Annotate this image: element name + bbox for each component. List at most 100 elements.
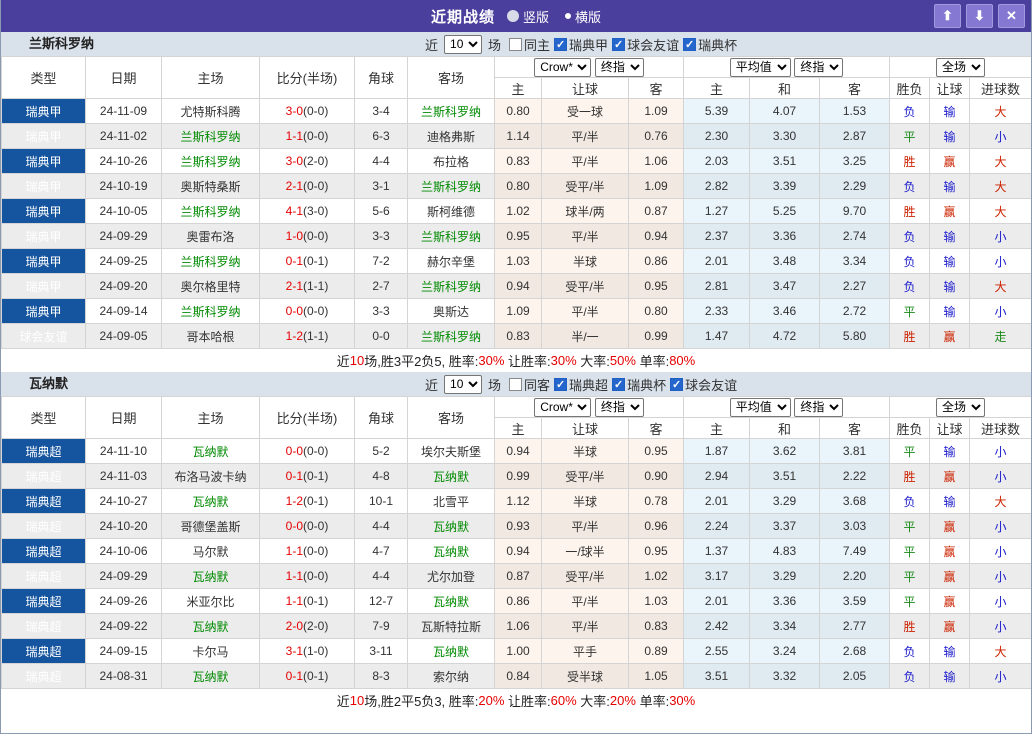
home-team-cell: 卡尔马	[162, 639, 260, 664]
league-cell: 瑞典超	[2, 639, 86, 664]
score-cell: 0-1(0-1)	[260, 249, 355, 274]
date-cell: 24-09-14	[86, 299, 162, 324]
date-cell: 24-10-05	[86, 199, 162, 224]
same-venue-checkbox[interactable]: 同主	[509, 35, 550, 54]
avg-away-cell: 3.34	[820, 249, 890, 274]
odds-home-cell: 1.12	[495, 489, 542, 514]
avg-away-cell: 2.87	[820, 124, 890, 149]
move-up-button[interactable]: ⬆	[934, 4, 961, 28]
date-cell: 24-10-26	[86, 149, 162, 174]
move-down-button[interactable]: ⬇	[966, 4, 993, 28]
scope-select[interactable]: 全场	[936, 58, 985, 77]
halftime-score: (0-0)	[303, 229, 328, 243]
home-team-cell: 奥尔格里特	[162, 274, 260, 299]
sub-header-goals: 进球数	[970, 78, 1032, 99]
col-header-away: 客场	[408, 397, 495, 439]
league-filter-checkbox[interactable]: ✓球会友谊	[670, 375, 737, 394]
league-cell: 瑞典甲	[2, 299, 86, 324]
fulltime-score: 1-1	[286, 594, 303, 608]
odds-time-select[interactable]: 终指	[595, 398, 644, 417]
handicap-cell: 平手	[542, 639, 629, 664]
odds-home-cell: 0.83	[495, 324, 542, 349]
away-team-cell: 布拉格	[408, 149, 495, 174]
avg-time-select[interactable]: 终指	[794, 58, 843, 77]
home-team-cell: 奥斯特桑斯	[162, 174, 260, 199]
radio-horizontal-layout[interactable]: 横版	[565, 7, 601, 26]
handicap-cell: 一/球半	[542, 539, 629, 564]
sub-header-result: 胜负	[890, 418, 930, 439]
score-cell: 1-1(0-0)	[260, 124, 355, 149]
sub-header-result: 胜负	[890, 78, 930, 99]
league-cell: 瑞典甲	[2, 224, 86, 249]
league-filter-checkbox[interactable]: ✓瑞典杯	[683, 35, 737, 54]
league-cell: 瑞典超	[2, 464, 86, 489]
away-team-cell: 瓦斯特拉斯	[408, 614, 495, 639]
odds-time-select[interactable]: 终指	[595, 58, 644, 77]
score-cell: 3-1(1-0)	[260, 639, 355, 664]
home-team-cell: 瓦纳默	[162, 564, 260, 589]
avg-draw-cell: 3.30	[750, 124, 820, 149]
date-cell: 24-11-10	[86, 439, 162, 464]
date-cell: 24-08-31	[86, 664, 162, 689]
handicap-cell: 受平/半	[542, 464, 629, 489]
avg-away-cell: 2.72	[820, 299, 890, 324]
results-table: 类型 日期 主场 比分(半场) 角球 客场 Crow* 终指 平均值 终指	[1, 396, 1032, 689]
sub-header-home: 主	[495, 78, 542, 99]
goals-result-cell: 大	[970, 639, 1032, 664]
halftime-score: (3-0)	[303, 204, 328, 218]
avg-home-cell: 2.30	[684, 124, 750, 149]
match-row: 瑞典超24-10-06马尔默1-1(0-0)4-7瓦纳默0.94一/球半0.95…	[2, 539, 1032, 564]
result-cell: 负	[890, 489, 930, 514]
league-filter-checkbox[interactable]: ✓瑞典超	[554, 375, 608, 394]
avg-away-cell: 3.25	[820, 149, 890, 174]
handicap-result-cell: 赢	[930, 149, 970, 174]
avg-company-select[interactable]: 平均值	[730, 398, 791, 417]
goals-result-cell: 小	[970, 539, 1032, 564]
avg-draw-cell: 3.46	[750, 299, 820, 324]
odds-away-cell: 1.02	[629, 564, 684, 589]
summary-text: 让胜率:	[504, 351, 550, 370]
close-button[interactable]: ✕	[998, 4, 1025, 28]
match-count-select[interactable]: 10	[444, 375, 482, 394]
odds-company-select[interactable]: Crow*	[534, 398, 591, 417]
same-venue-checkbox[interactable]: 同客	[509, 375, 550, 394]
league-filter-checkbox[interactable]: ✓瑞典杯	[612, 375, 666, 394]
avg-away-cell: 2.68	[820, 639, 890, 664]
summary-text: 大率:	[577, 691, 610, 710]
match-row: 瑞典甲24-09-14兰斯科罗纳0-0(0-0)3-3奥斯达1.09平/半0.8…	[2, 299, 1032, 324]
radio-vertical-layout[interactable]: 竖版	[507, 7, 549, 26]
avg-company-select[interactable]: 平均值	[730, 58, 791, 77]
avg-draw-cell: 4.83	[750, 539, 820, 564]
avg-draw-cell: 3.32	[750, 664, 820, 689]
summary-stat-value: 30%	[551, 353, 577, 368]
halftime-score: (0-1)	[303, 594, 328, 608]
sub-header-goals: 进球数	[970, 418, 1032, 439]
halftime-score: (0-0)	[303, 569, 328, 583]
matches-label: 场	[488, 35, 501, 54]
halftime-score: (0-0)	[303, 179, 328, 193]
sub-header-home: 主	[684, 418, 750, 439]
col-header-corner: 角球	[355, 57, 408, 99]
odds-home-cell: 0.94	[495, 539, 542, 564]
match-row: 瑞典超24-09-15卡尔马3-1(1-0)3-11瓦纳默1.00平手0.892…	[2, 639, 1032, 664]
handicap-result-cell: 输	[930, 299, 970, 324]
league-filter-checkbox[interactable]: ✓瑞典甲	[554, 35, 608, 54]
scope-select[interactable]: 全场	[936, 398, 985, 417]
corner-cell: 12-7	[355, 589, 408, 614]
checkbox-label: 球会友谊	[685, 375, 737, 394]
handicap-cell: 受平/半	[542, 174, 629, 199]
sub-header-away: 客	[820, 78, 890, 99]
odds-company-select[interactable]: Crow*	[534, 58, 591, 77]
away-team-cell: 兰斯科罗纳	[408, 224, 495, 249]
col-header-type: 类型	[2, 57, 86, 99]
handicap-result-cell: 输	[930, 224, 970, 249]
match-count-select[interactable]: 10	[444, 35, 482, 54]
avg-group-header: 平均值 终指	[684, 57, 890, 78]
corner-cell: 3-11	[355, 639, 408, 664]
odds-away-cell: 0.78	[629, 489, 684, 514]
near-label: 近	[425, 375, 438, 394]
avg-home-cell: 1.27	[684, 199, 750, 224]
sub-header-away: 客	[629, 418, 684, 439]
avg-time-select[interactable]: 终指	[794, 398, 843, 417]
league-filter-checkbox[interactable]: ✓球会友谊	[612, 35, 679, 54]
